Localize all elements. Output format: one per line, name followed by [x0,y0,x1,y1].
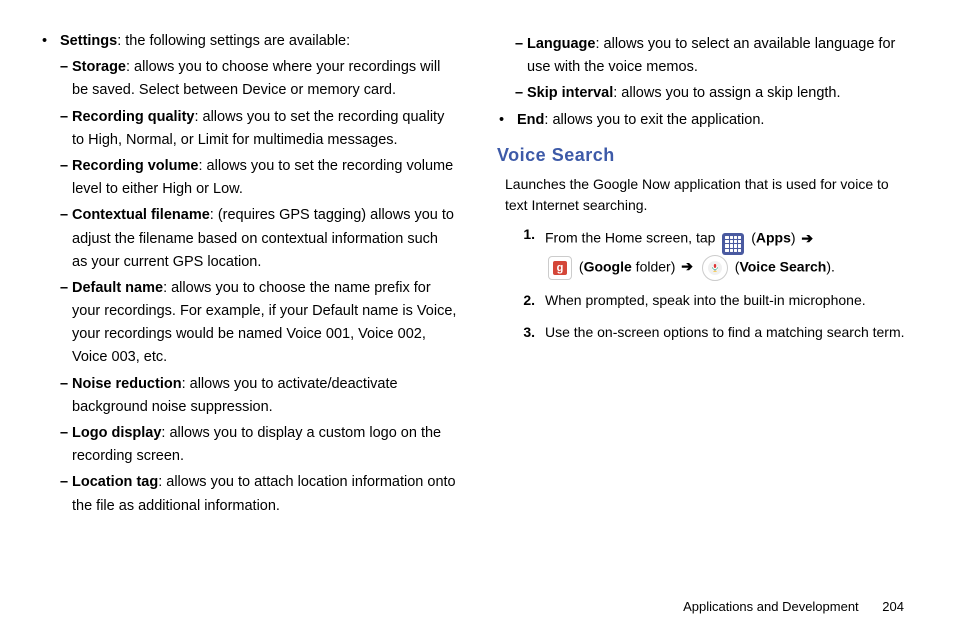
sub-label: Storage [72,59,126,75]
settings-content: Settings: the following settings are ava… [60,30,457,521]
sub-noise-reduction: – Noise reduction: allows you to activat… [60,373,457,419]
step-body: From the Home screen, tap (Apps) ➔ g (Go… [545,223,914,281]
end-bullet: • End: allows you to exit the applicatio… [497,109,914,132]
arrow-icon: ➔ [681,258,693,274]
step-2: 2. When prompted, speak into the built-i… [497,289,914,313]
sub-storage: – Storage: allows you to choose where yo… [60,56,457,102]
dash-mark: – [60,422,72,468]
page-number: 204 [882,599,904,614]
settings-label: Settings [60,33,117,49]
arrow-icon: ➔ [801,230,813,246]
sub-contextual-filename: – Contextual filename: (requires GPS tag… [60,204,457,274]
sub-skip-interval: – Skip interval: allows you to assign a … [515,82,914,105]
step-1: 1. From the Home screen, tap (Apps) ➔ g … [497,223,914,281]
dash-mark: – [515,33,527,79]
dash-mark: – [60,56,72,102]
step-number: 3. [497,321,545,345]
bullet-mark: • [40,30,60,521]
voice-search-label: Voice Search [739,258,826,274]
sub-label: Recording volume [72,158,199,174]
step-number: 2. [497,289,545,313]
dash-mark: – [60,106,72,152]
paren-close: ) [791,230,800,246]
step1-pre: From the Home screen, tap [545,230,719,246]
sub-language: – Language: allows you to select an avai… [515,33,914,79]
footer: Applications and Development 204 [683,599,904,614]
google-icon: g [548,255,572,280]
step-body: Use the on-screen options to find a matc… [545,321,914,345]
sub-recording-volume: – Recording volume: allows you to set th… [60,155,457,201]
right-column: – Language: allows you to select an avai… [497,30,914,523]
bullet-mark: • [497,109,517,132]
mic-icon [702,255,728,281]
step-body: When prompted, speak into the built-in m… [545,289,914,313]
end-text: : allows you to exit the application. [544,112,764,128]
sub-label: Noise reduction [72,376,182,392]
google-post: folder) [632,258,679,274]
sub-label: Logo display [72,425,161,441]
dash-mark: – [515,82,527,105]
dash-mark: – [60,471,72,517]
footer-section: Applications and Development [683,599,859,614]
sub-label: Contextual filename [72,207,210,223]
apps-icon [722,223,744,255]
end-label: End [517,112,544,128]
sub-text: : allows you to assign a skip length. [613,85,840,101]
sub-label: Default name [72,280,163,296]
sub-recording-quality: – Recording quality: allows you to set t… [60,106,457,152]
apps-label: Apps [756,230,791,246]
sub-text: : allows you to choose where your record… [72,59,440,98]
sub-label: Location tag [72,474,158,490]
sub-label: Skip interval [527,85,613,101]
step-number: 1. [497,223,545,281]
sub-default-name: – Default name: allows you to choose the… [60,277,457,370]
sub-label: Language [527,36,595,52]
sub-logo-display: – Logo display: allows you to display a … [60,422,457,468]
page-columns: • Settings: the following settings are a… [0,0,954,523]
dash-mark: – [60,155,72,201]
google-bold: Google [584,258,632,274]
settings-bullet: • Settings: the following settings are a… [40,30,457,521]
dash-mark: – [60,373,72,419]
settings-intro: : the following settings are available: [117,33,350,49]
step-3: 3. Use the on-screen options to find a m… [497,321,914,345]
dash-mark: – [60,204,72,274]
paren-close-dot: ). [826,258,835,274]
sub-label: Recording quality [72,109,194,125]
voice-search-intro: Launches the Google Now application that… [505,174,914,217]
continued-sub: – Language: allows you to select an avai… [497,33,914,106]
voice-search-heading: Voice Search [497,142,914,170]
left-column: • Settings: the following settings are a… [40,30,457,523]
sub-location-tag: – Location tag: allows you to attach loc… [60,471,457,517]
dash-mark: – [60,277,72,370]
